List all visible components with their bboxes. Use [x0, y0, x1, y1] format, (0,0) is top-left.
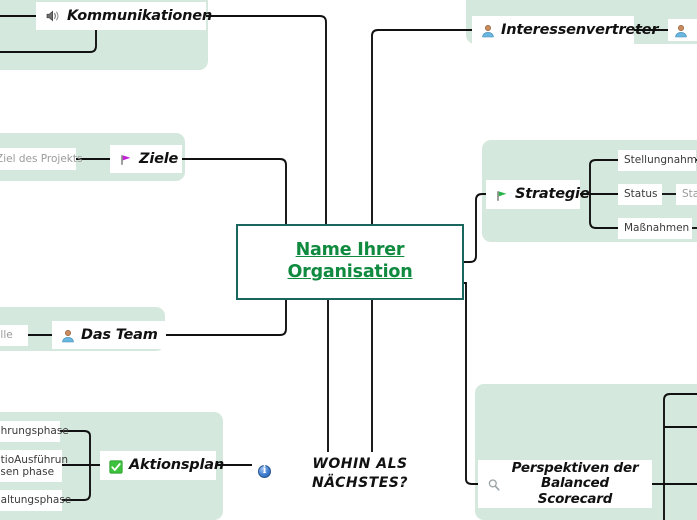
central-node[interactable]: Name Ihrer Organisation [236, 224, 464, 300]
flag-green-icon [495, 188, 509, 202]
leaf-label-status-child: Sta [682, 188, 697, 201]
branch-balanced-scorecard[interactable]: Perspektiven der Balanced Scorecard [478, 460, 652, 508]
leaf-label-status: Status [624, 188, 658, 201]
branch-das-team[interactable]: Das Team [52, 321, 166, 349]
leaf-status-child[interactable]: Sta [676, 184, 697, 205]
leaf-label-aktionsplan-phase-2: utioAusführun asen phase [0, 453, 69, 478]
leaf-label-massnahmen: Maßnahmen [624, 222, 690, 235]
person-icon [61, 328, 75, 343]
branch-label-aktionsplan: Aktionsplan [129, 457, 224, 474]
person-icon [674, 23, 688, 38]
leaf-status[interactable]: Status [618, 184, 662, 205]
person-icon [481, 23, 495, 38]
central-node-title: Name Ihrer Organisation [287, 240, 413, 282]
branch-label-balanced-scorecard: Perspektiven der Balanced Scorecard [511, 460, 639, 507]
branch-label-kommunikationen: Kommunikationen [67, 7, 213, 24]
leaf-ziel-des-projekts[interactable]: Ziel des Projekts [0, 148, 82, 170]
leaf-label-ziel-des-projekts: Ziel des Projekts [0, 152, 83, 165]
branch-ziele[interactable]: Ziele [110, 145, 182, 173]
leaf-aktionsplan-phase-2[interactable]: utioAusführun asen phase [0, 450, 68, 482]
leaf-stellungnahme[interactable]: Stellungnahme [618, 150, 697, 171]
branch-label-ziele: Ziele [139, 150, 179, 167]
leaf-label-das-team-child: olle [0, 329, 13, 342]
checkbox-green-icon [109, 459, 123, 474]
branch-strategie[interactable]: Strategie [486, 180, 590, 209]
leaf-aktionsplan-phase-1[interactable]: ührungsphase [0, 421, 69, 442]
speaker-icon [45, 8, 61, 24]
branch-label-interessenvertreter: Interessenvertreter [501, 21, 659, 38]
prompt-wohin-als-naechstes: WOHIN ALS NÄCHSTES? [311, 456, 408, 491]
magnifier-icon [487, 477, 501, 491]
leaf-massnahmen[interactable]: Maßnahmen [618, 218, 692, 239]
branch-kommunikationen[interactable]: Kommunikationen [36, 2, 212, 30]
leaf-das-team-child[interactable]: olle [0, 325, 28, 346]
leaf-label-stellungnahme: Stellungnahme [624, 154, 697, 167]
mindmap-canvas: Name Ihrer Organisation Kommunikationen … [0, 0, 697, 520]
leaf-interessenvertreter-child[interactable] [668, 19, 697, 41]
leaf-aktionsplan-phase-3[interactable]: naltungsphase [0, 490, 71, 511]
info-icon[interactable] [258, 465, 271, 478]
branch-interessenvertreter[interactable]: Interessenvertreter [472, 16, 659, 44]
leaf-label-aktionsplan-phase-3: naltungsphase [0, 494, 72, 507]
flag-purple-icon [119, 152, 133, 166]
leaf-label-aktionsplan-phase-1: ührungsphase [0, 425, 69, 438]
branch-aktionsplan[interactable]: Aktionsplan [100, 451, 224, 480]
branch-label-strategie: Strategie [515, 186, 590, 203]
branch-label-das-team: Das Team [81, 326, 158, 343]
